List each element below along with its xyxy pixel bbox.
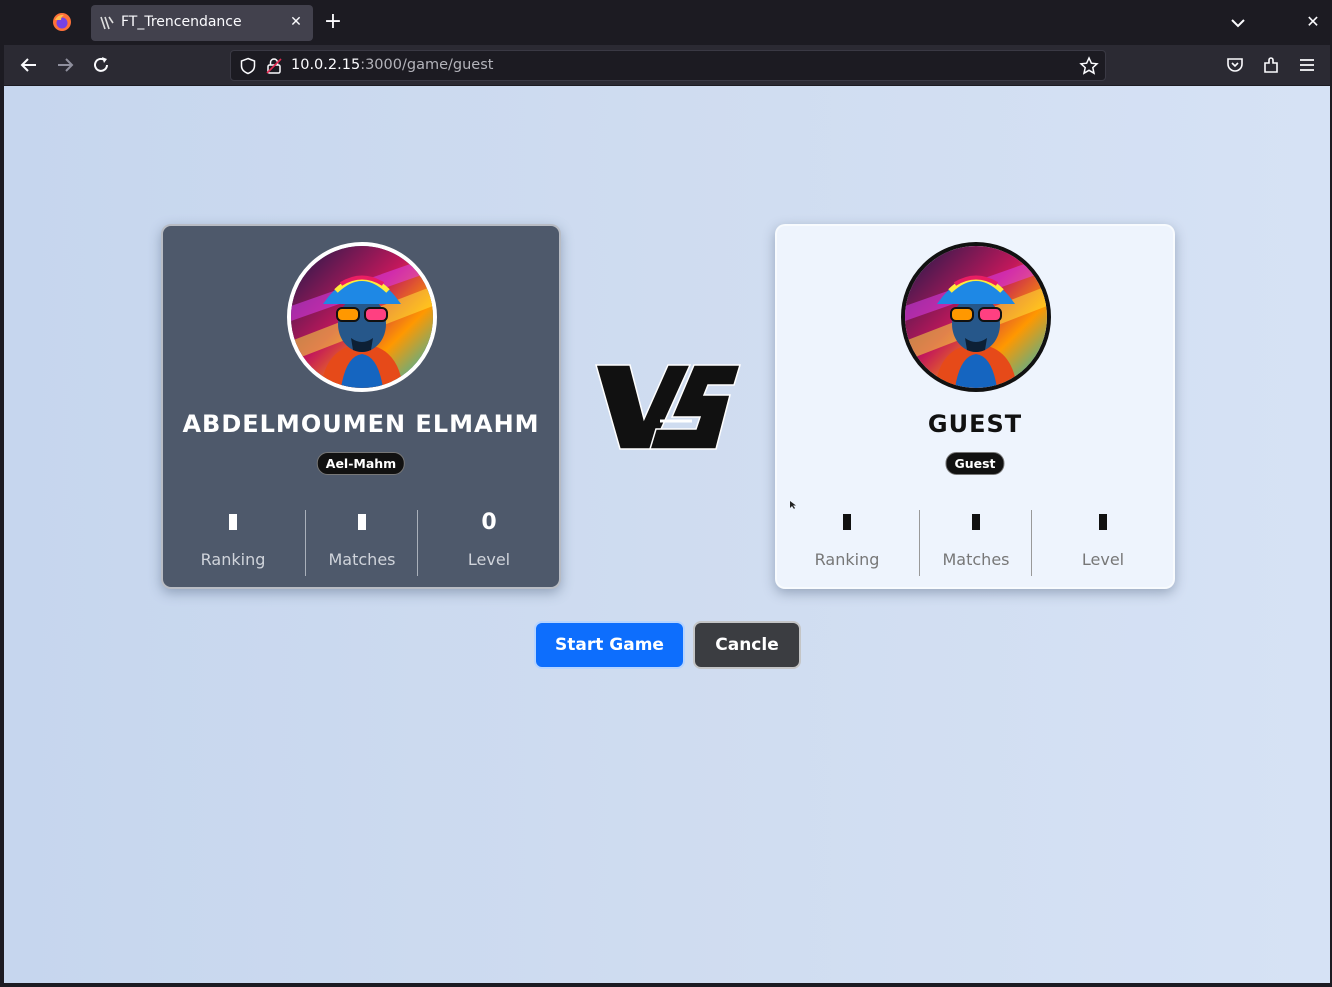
stat-divider bbox=[1031, 510, 1032, 576]
navigation-bar: 10.0.2.15:3000/game/guest bbox=[4, 45, 1330, 85]
stat-label: Ranking bbox=[814, 550, 880, 569]
insecure-lock-icon[interactable] bbox=[265, 57, 283, 75]
stat-value bbox=[306, 510, 418, 536]
player1-card: ABDELMOUMEN ELMAHM Ael-Mahm Ranking Matc… bbox=[161, 224, 561, 589]
game-lobby-page: ABDELMOUMEN ELMAHM Ael-Mahm Ranking Matc… bbox=[4, 86, 1330, 983]
tab-strip: FT_Trencendance ✕ + ✕ bbox=[4, 0, 1330, 45]
window-close-icon[interactable]: ✕ bbox=[1304, 13, 1322, 31]
player1-stat-matches: Matches bbox=[306, 504, 418, 574]
player1-avatar bbox=[287, 242, 437, 392]
loading-placeholder-icon bbox=[358, 514, 366, 530]
stat-value: 0 bbox=[481, 510, 497, 535]
extensions-icon[interactable] bbox=[1261, 55, 1281, 75]
site-favicon-icon bbox=[100, 16, 114, 30]
firefox-icon[interactable] bbox=[52, 12, 72, 32]
stat-label: Matches bbox=[328, 550, 396, 569]
url-host: 10.0.2.15 bbox=[291, 57, 361, 73]
player1-stat-level: 0 Level bbox=[433, 504, 545, 574]
player1-name: ABDELMOUMEN ELMAHM bbox=[182, 410, 540, 438]
avatar-image-icon bbox=[905, 246, 1047, 388]
shield-icon[interactable] bbox=[239, 57, 257, 75]
stat-value bbox=[1047, 510, 1159, 536]
player2-card: GUEST Guest Ranking Matches Level bbox=[775, 224, 1175, 589]
tab-title: FT_Trencendance bbox=[121, 14, 242, 30]
stat-divider bbox=[417, 510, 418, 576]
browser-window: FT_Trencendance ✕ + ✕ 10.0.2.15:3000/gam… bbox=[4, 0, 1330, 983]
player1-stat-ranking: Ranking bbox=[177, 504, 289, 574]
player1-stats: Ranking Matches 0 Level bbox=[177, 504, 547, 576]
back-arrow-icon[interactable] bbox=[18, 54, 40, 76]
tab-close-icon[interactable]: ✕ bbox=[287, 13, 305, 31]
player2-username-badge: Guest bbox=[945, 452, 1005, 475]
tab-active[interactable]: FT_Trencendance ✕ bbox=[91, 5, 313, 41]
stat-label: Matches bbox=[942, 550, 1010, 569]
cancel-button[interactable]: Cancle bbox=[693, 621, 801, 669]
player2-stats: Ranking Matches Level bbox=[791, 504, 1161, 576]
player2-stat-ranking: Ranking bbox=[791, 504, 903, 574]
loading-placeholder-icon bbox=[972, 514, 980, 530]
stat-label: Level bbox=[1081, 550, 1125, 569]
reload-icon[interactable] bbox=[90, 54, 112, 76]
player2-name: GUEST bbox=[927, 410, 1023, 438]
versus-logo-icon bbox=[595, 364, 742, 450]
bookmark-star-icon[interactable] bbox=[1079, 56, 1099, 76]
stat-value bbox=[177, 510, 289, 536]
stat-value bbox=[791, 510, 903, 536]
url-text: 10.0.2.15:3000/game/guest bbox=[291, 57, 493, 73]
player2-avatar bbox=[901, 242, 1051, 392]
loading-placeholder-icon bbox=[843, 514, 851, 530]
player2-stat-level: Level bbox=[1047, 504, 1159, 574]
stat-label: Level bbox=[467, 550, 511, 569]
url-path: :3000/game/guest bbox=[360, 57, 494, 73]
window-bottom-edge bbox=[0, 983, 1332, 987]
stat-label: Ranking bbox=[200, 550, 266, 569]
list-all-tabs-icon[interactable] bbox=[1228, 13, 1248, 33]
loading-placeholder-icon bbox=[229, 514, 237, 530]
stat-value bbox=[920, 510, 1032, 536]
player1-username-badge: Ael-Mahm bbox=[316, 452, 406, 475]
player2-stat-matches: Matches bbox=[920, 504, 1032, 574]
forward-arrow-icon[interactable] bbox=[54, 54, 76, 76]
loading-placeholder-icon bbox=[1099, 514, 1107, 530]
new-tab-icon[interactable]: + bbox=[322, 11, 344, 34]
avatar-image-icon bbox=[291, 246, 433, 388]
start-game-button[interactable]: Start Game bbox=[534, 621, 685, 669]
menu-hamburger-icon[interactable] bbox=[1297, 55, 1317, 75]
mouse-cursor-icon bbox=[790, 501, 796, 509]
pocket-icon[interactable] bbox=[1225, 55, 1245, 75]
url-bar[interactable]: 10.0.2.15:3000/game/guest bbox=[230, 50, 1106, 81]
